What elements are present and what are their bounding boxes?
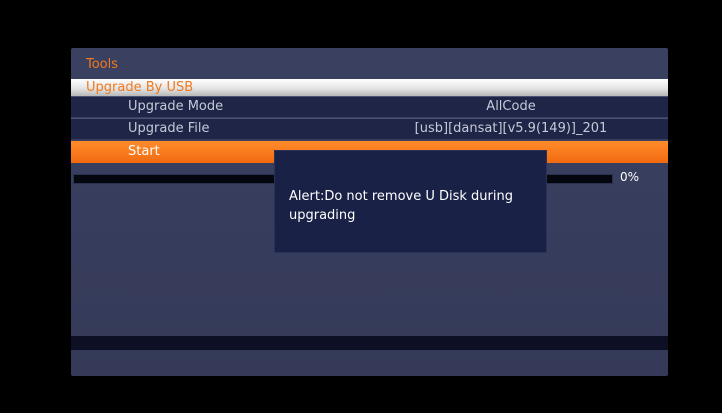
upgrade-mode-value: AllCode: [486, 99, 536, 114]
progress-percent: 0%: [620, 170, 640, 184]
upgrade-file-label: Upgrade File: [128, 121, 210, 136]
section-header: Upgrade By USB: [71, 79, 668, 96]
upgrade-mode-label: Upgrade Mode: [128, 99, 224, 114]
alert-dialog: Alert:Do not remove U Disk during upgrad…: [274, 150, 547, 253]
upgrade-file-value: [usb][dansat][v5.9(149)]_201: [414, 121, 608, 136]
upgrade-mode-row[interactable]: Upgrade Mode AllCode: [71, 96, 668, 117]
upgrade-file-row[interactable]: Upgrade File [usb][dansat][v5.9(149)]_20…: [71, 118, 668, 139]
start-label: Start: [128, 144, 160, 159]
alert-message: Alert:Do not remove U Disk during upgrad…: [289, 189, 513, 223]
footer-bar: [71, 336, 668, 350]
section-title: Upgrade By USB: [86, 80, 194, 95]
menu-title: Tools: [86, 57, 119, 72]
